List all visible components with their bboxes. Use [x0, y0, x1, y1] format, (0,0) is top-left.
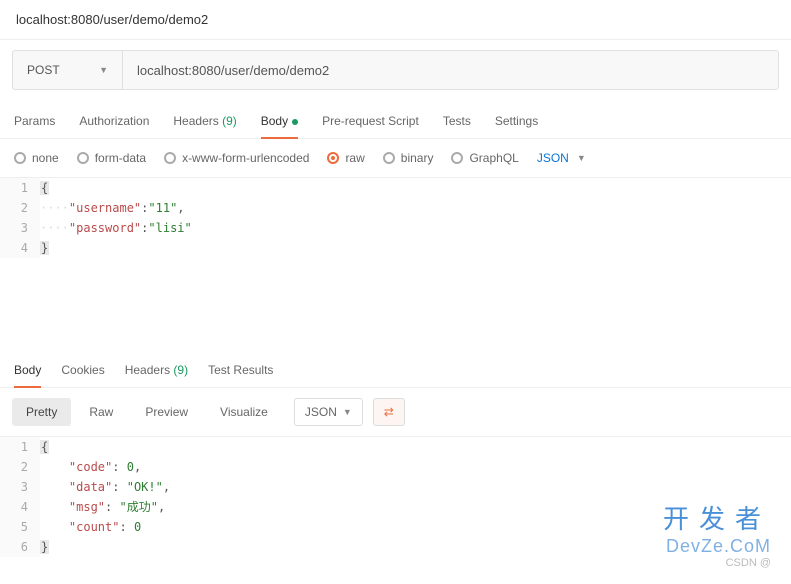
method-selector[interactable]: POST ▼ [13, 51, 123, 89]
tab-params[interactable]: Params [14, 108, 55, 138]
chevron-down-icon: ▼ [343, 407, 352, 417]
tab-settings[interactable]: Settings [495, 108, 538, 138]
code-line[interactable]: { [40, 178, 791, 198]
resp-tab-test-results[interactable]: Test Results [208, 357, 273, 387]
body-type-row: none form-data x-www-form-urlencoded raw bin… [0, 139, 791, 177]
line-number: 4 [0, 238, 40, 258]
view-pretty[interactable]: Pretty [12, 398, 71, 426]
line-number: 6 [0, 537, 40, 557]
request-tabs: Params Authorization Headers (9) Body Pre-re… [0, 100, 791, 139]
view-preview[interactable]: Preview [131, 398, 202, 426]
view-mode-bar: PrettyRawPreviewVisualize JSON ▼ ⇄ [0, 388, 791, 436]
code-line[interactable]: "data": "OK!", [40, 477, 791, 497]
code-line[interactable]: } [40, 238, 791, 258]
response-format-selector[interactable]: JSON ▼ [294, 398, 363, 426]
radio-icon [451, 152, 463, 164]
code-line[interactable]: "code": 0, [40, 457, 791, 477]
radio-label: GraphQL [469, 151, 518, 165]
tab-headers[interactable]: Headers (9) [173, 108, 236, 138]
radio-label: none [32, 151, 59, 165]
body-type-GraphQL[interactable]: GraphQL [451, 151, 518, 165]
response-body-editor: 1{2 "code": 0,3 "data": "OK!",4 "msg": "… [0, 436, 791, 557]
tab-body[interactable]: Body [261, 108, 298, 138]
tab-pre-request-script[interactable]: Pre-request Script [322, 108, 419, 138]
line-number: 5 [0, 517, 40, 537]
body-type-raw[interactable]: raw [327, 151, 364, 165]
code-line[interactable]: ····"password":"lisi" [40, 218, 791, 238]
url-input[interactable] [123, 51, 778, 89]
format-label: JSON [305, 405, 337, 419]
code-line[interactable]: "msg": "成功", [40, 497, 791, 517]
chevron-down-icon: ▼ [99, 65, 108, 75]
body-type-form-data[interactable]: form-data [77, 151, 146, 165]
header-url: localhost:8080/user/demo/demo2 [0, 0, 791, 40]
wrap-lines-button[interactable]: ⇄ [373, 398, 405, 426]
code-line[interactable]: ····"username":"11", [40, 198, 791, 218]
line-number: 1 [0, 178, 40, 198]
line-number: 2 [0, 198, 40, 218]
body-format-selector[interactable]: JSON ▼ [537, 151, 586, 165]
radio-icon [327, 152, 339, 164]
line-number: 1 [0, 437, 40, 457]
chevron-down-icon: ▼ [577, 153, 586, 163]
radio-label: raw [345, 151, 364, 165]
format-label: JSON [537, 151, 569, 165]
line-number: 4 [0, 497, 40, 517]
radio-icon [383, 152, 395, 164]
tab-tests[interactable]: Tests [443, 108, 471, 138]
radio-icon [164, 152, 176, 164]
tab-authorization[interactable]: Authorization [79, 108, 149, 138]
code-line[interactable]: { [40, 437, 791, 457]
modified-dot-icon [292, 119, 298, 125]
radio-icon [14, 152, 26, 164]
body-type-x-www-form-urlencoded[interactable]: x-www-form-urlencoded [164, 151, 309, 165]
radio-label: binary [401, 151, 434, 165]
line-number: 3 [0, 218, 40, 238]
body-type-none[interactable]: none [14, 151, 59, 165]
response-tabs: Body Cookies Headers (9) Test Results [0, 347, 791, 388]
radio-label: x-www-form-urlencoded [182, 151, 309, 165]
request-body-editor[interactable]: 1{2····"username":"11",3····"password":"… [0, 177, 791, 327]
resp-tab-body[interactable]: Body [14, 357, 41, 387]
line-number: 2 [0, 457, 40, 477]
radio-label: form-data [95, 151, 146, 165]
code-line[interactable]: "count": 0 [40, 517, 791, 537]
tab-count: (9) [219, 114, 237, 128]
code-line[interactable]: } [40, 537, 791, 557]
view-raw[interactable]: Raw [75, 398, 127, 426]
radio-icon [77, 152, 89, 164]
tab-count: (9) [170, 363, 188, 377]
resp-tab-cookies[interactable]: Cookies [61, 357, 104, 387]
request-bar: POST ▼ [12, 50, 779, 90]
method-label: POST [27, 63, 60, 77]
body-type-binary[interactable]: binary [383, 151, 434, 165]
view-visualize[interactable]: Visualize [206, 398, 282, 426]
resp-tab-headers[interactable]: Headers (9) [125, 357, 188, 387]
line-number: 3 [0, 477, 40, 497]
